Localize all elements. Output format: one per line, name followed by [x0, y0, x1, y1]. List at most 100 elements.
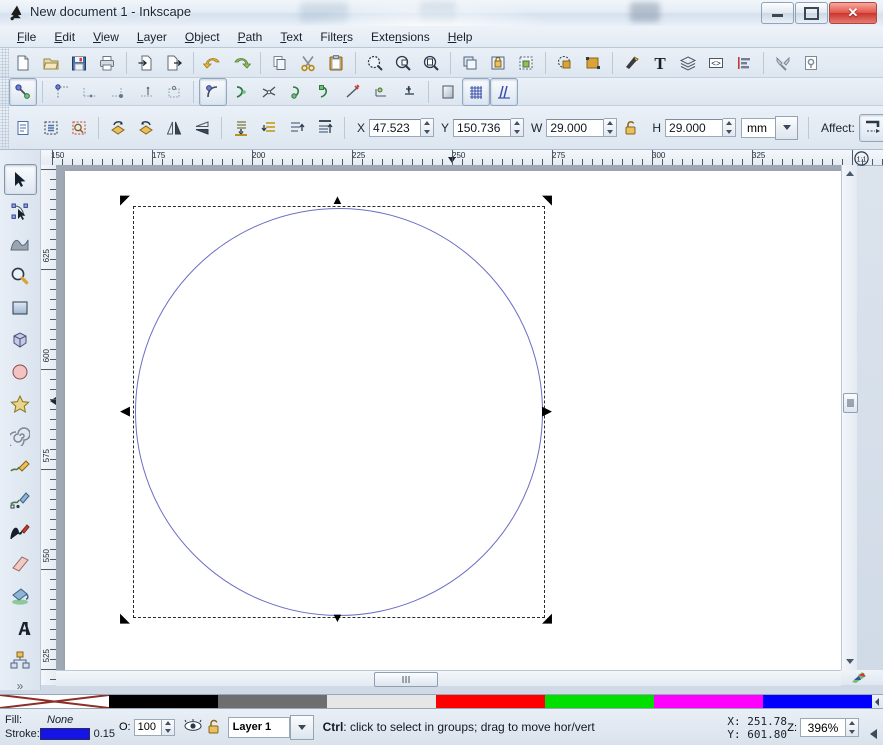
- rotate-ccw-icon[interactable]: [104, 114, 132, 142]
- snap-node-cusp-icon[interactable]: [283, 78, 311, 106]
- close-button[interactable]: ✕: [829, 2, 877, 24]
- document-properties-icon[interactable]: [797, 49, 825, 77]
- layer-name[interactable]: Layer 1: [227, 716, 290, 738]
- stroke-width-value[interactable]: 0.15: [94, 728, 115, 740]
- lower-to-bottom-icon[interactable]: [227, 114, 255, 142]
- swatch-blue[interactable]: [763, 695, 872, 708]
- toolbar-grip[interactable]: [0, 48, 9, 77]
- menu-view[interactable]: View: [84, 27, 128, 47]
- snap-bounding-box-icon[interactable]: [48, 78, 76, 106]
- x-input[interactable]: [369, 118, 422, 137]
- handle-w-scale[interactable]: ◀: [120, 404, 130, 417]
- eraser-tool[interactable]: [4, 548, 37, 579]
- snap-guide-icon[interactable]: [490, 77, 518, 106]
- snap-nodes-icon[interactable]: [199, 77, 227, 106]
- fill-stroke-dialog-icon[interactable]: [551, 49, 579, 77]
- open-document-icon[interactable]: [37, 49, 65, 77]
- height-input[interactable]: [665, 118, 724, 137]
- y-field[interactable]: [453, 118, 525, 137]
- lock-wh-ratio-icon[interactable]: [617, 114, 645, 142]
- preferences-icon[interactable]: [769, 49, 797, 77]
- paintbucket-tool[interactable]: [4, 580, 37, 611]
- canvas[interactable]: ◤ ▲ ◥ ◀ ▶ ◣ ▼ ◢: [56, 165, 841, 670]
- zoom-selection-icon[interactable]: [361, 49, 389, 77]
- text-tool-dialog-icon[interactable]: T: [646, 49, 674, 77]
- snap-grid-icon[interactable]: [462, 77, 490, 106]
- swatch-magenta[interactable]: [654, 695, 763, 708]
- palette-scroll-icon[interactable]: [872, 695, 883, 708]
- align-dialog-icon[interactable]: [730, 49, 758, 77]
- scroll-up-icon[interactable]: [846, 171, 854, 176]
- swatch-gray[interactable]: [218, 695, 327, 708]
- menu-object[interactable]: Object: [176, 27, 229, 47]
- object-properties-icon[interactable]: [579, 49, 607, 77]
- flip-vertical-icon[interactable]: [188, 114, 216, 142]
- swatch-green[interactable]: [545, 695, 654, 708]
- snap-bbox-center-icon[interactable]: [160, 78, 188, 106]
- copy-icon[interactable]: [266, 49, 294, 77]
- flip-horizontal-icon[interactable]: [160, 114, 188, 142]
- height-field[interactable]: [665, 118, 737, 137]
- scroll-down-icon[interactable]: [846, 659, 854, 664]
- xml-node-icon[interactable]: <>: [702, 49, 730, 77]
- toolbar-grip[interactable]: [0, 106, 9, 149]
- affect-stroke-width-icon[interactable]: [858, 113, 883, 142]
- snap-line-midpoint-icon[interactable]: [339, 78, 367, 106]
- chevron-down-icon[interactable]: [775, 115, 799, 140]
- cut-icon[interactable]: [294, 49, 322, 77]
- y-stepper[interactable]: [511, 118, 525, 137]
- spiral-tool[interactable]: [4, 420, 37, 451]
- x-field[interactable]: [369, 118, 435, 137]
- snap-bbox-edge-icon[interactable]: [76, 78, 104, 106]
- snap-path-intersection-icon[interactable]: [255, 78, 283, 106]
- duplicate-icon[interactable]: [456, 49, 484, 77]
- box3d-tool[interactable]: [4, 324, 37, 355]
- horizontal-scrollbar[interactable]: [56, 670, 841, 687]
- redo-icon[interactable]: [227, 49, 255, 77]
- handle-ne-scale[interactable]: ◥: [542, 193, 552, 206]
- group-icon[interactable]: [484, 49, 512, 77]
- opacity-stepper[interactable]: [161, 718, 175, 736]
- snap-path-icon[interactable]: [227, 78, 255, 106]
- height-stepper[interactable]: [723, 118, 737, 137]
- swatch-black[interactable]: [109, 695, 218, 708]
- import-icon[interactable]: [132, 49, 160, 77]
- handle-s-scale[interactable]: ▼: [331, 611, 344, 624]
- bezier-tool[interactable]: [4, 484, 37, 515]
- eye-icon[interactable]: [183, 718, 203, 736]
- y-input[interactable]: [453, 118, 512, 137]
- snap-object-center-icon[interactable]: [367, 78, 395, 106]
- print-document-icon[interactable]: [93, 49, 121, 77]
- x-stepper[interactable]: [421, 118, 435, 137]
- menu-file[interactable]: File: [8, 27, 45, 47]
- color-palette[interactable]: [0, 694, 883, 709]
- menu-help[interactable]: Help: [439, 27, 482, 47]
- zoom-control[interactable]: Z:: [787, 718, 859, 737]
- select-all-in-all-layers-icon[interactable]: [37, 114, 65, 142]
- zoom-drawing-icon[interactable]: [389, 49, 417, 77]
- toolbox-overflow-icon[interactable]: »: [0, 679, 40, 693]
- ellipse-tool[interactable]: [4, 356, 37, 387]
- zoom-page-icon[interactable]: [417, 49, 445, 77]
- handle-nw-scale[interactable]: ◤: [120, 193, 130, 206]
- horizontal-scrollbar-thumb[interactable]: [374, 672, 438, 687]
- vertical-ruler[interactable]: 625 600 575 550 525: [41, 165, 57, 685]
- layer-selector[interactable]: Layer 1: [227, 714, 314, 740]
- calligraphy-tool[interactable]: [4, 516, 37, 547]
- vertical-scrollbar[interactable]: [841, 165, 858, 670]
- swatch-none[interactable]: [0, 695, 109, 708]
- handle-sw-scale[interactable]: ◣: [120, 611, 130, 624]
- export-icon[interactable]: [160, 49, 188, 77]
- menu-text[interactable]: Text: [271, 27, 311, 47]
- zoom-stepper[interactable]: [846, 718, 859, 737]
- swatch-red[interactable]: [436, 695, 545, 708]
- new-document-icon[interactable]: [9, 49, 37, 77]
- connector-tool[interactable]: [4, 644, 37, 675]
- menu-filters[interactable]: Filters: [311, 27, 362, 47]
- selector-tool[interactable]: [3, 164, 37, 195]
- units-select[interactable]: mm: [741, 115, 799, 140]
- snap-page-border-icon[interactable]: [434, 78, 462, 106]
- menu-layer[interactable]: Layer: [128, 27, 176, 47]
- node-tool[interactable]: [4, 196, 37, 227]
- zoom-input[interactable]: [800, 718, 846, 737]
